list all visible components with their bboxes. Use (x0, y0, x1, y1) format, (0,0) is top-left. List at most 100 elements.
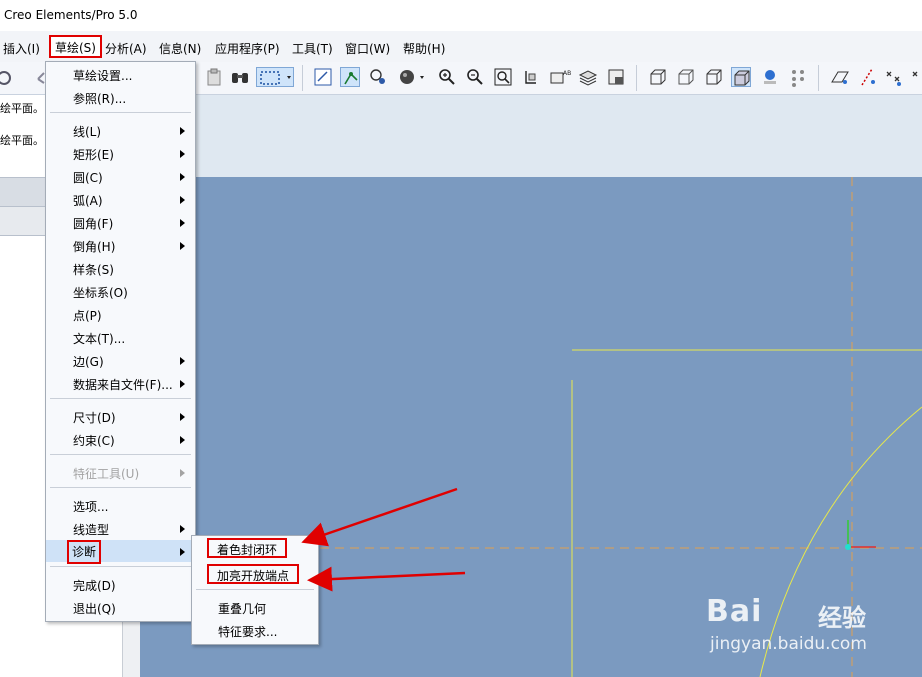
no-hidden-icon[interactable] (704, 67, 724, 87)
watermark-brand: Bai (706, 594, 763, 629)
vertex-display-icon[interactable] (368, 67, 388, 87)
menu-item-label: 坐标系(O) (73, 286, 128, 300)
title-bar: Creo Elements/Pro 5.0 (0, 0, 922, 32)
sketch-menu: 草绘设置... 参照(R)... 线(L) 矩形(E) 圆(C) 弧(A) 圆角… (45, 61, 196, 622)
datum-plane-icon[interactable] (830, 67, 850, 87)
menu-item-circle[interactable]: 圆(C) (46, 165, 195, 187)
zoom-out-icon[interactable] (465, 67, 485, 87)
submenu-arrow-icon (180, 219, 185, 227)
menu-insert[interactable]: 插入(I) (3, 40, 40, 57)
menu-item-label: 完成(D) (73, 579, 116, 593)
menu-item-label: 点(P) (73, 309, 102, 323)
menu-item-references[interactable]: 参照(R)... (46, 86, 195, 108)
menu-item-label: 文本(T)... (73, 332, 126, 346)
menu-item-label: 倒角(H) (73, 240, 116, 254)
baidu-watermark: Bai 经验 jingyan.baidu.com (706, 594, 916, 664)
submenu-item-label: 特征要求... (218, 625, 278, 639)
menu-item-label: 诊断 (67, 540, 102, 564)
menu-item-edge[interactable]: 边(G) (46, 349, 195, 371)
shading-icon[interactable] (397, 67, 427, 87)
menu-info[interactable]: 信息(N) (159, 40, 201, 57)
submenu-arrow-icon (180, 413, 185, 421)
menu-item-spline[interactable]: 样条(S) (46, 257, 195, 279)
menu-item-line[interactable]: 线(L) (46, 119, 195, 141)
menu-bar: 插入(I) 草绘(S) 分析(A) 信息(N) 应用程序(P) 工具(T) 窗口… (0, 31, 922, 62)
watermark-brand-cn: 经验 (818, 604, 866, 632)
menu-tools[interactable]: 工具(T) (292, 40, 333, 57)
hidden-line-icon[interactable] (676, 67, 696, 87)
menu-item-coordinate-system[interactable]: 坐标系(O) (46, 280, 195, 302)
datum-axis-icon[interactable] (858, 67, 878, 87)
shaded-icon[interactable] (731, 67, 751, 87)
menu-applications[interactable]: 应用程序(P) (215, 40, 280, 57)
submenu-item-label: 重叠几何 (218, 602, 267, 616)
menu-item-quit[interactable]: 退出(Q) (46, 596, 195, 618)
submenu-arrow-icon (180, 525, 185, 533)
menu-item-rectangle[interactable]: 矩形(E) (46, 142, 195, 164)
menu-item-label: 约束(C) (73, 434, 115, 448)
submenu-arrow-icon (180, 357, 185, 365)
menu-item-label: 特征工具(U) (73, 467, 140, 481)
datum-point-icon[interactable] (884, 67, 904, 87)
model-display-icon[interactable] (760, 67, 780, 87)
reorient-icon[interactable] (520, 67, 540, 87)
menu-item-label: 数据来自文件(F)... (73, 378, 173, 392)
menu-item-label: 矩形(E) (73, 148, 114, 162)
submenu-arrow-icon (180, 469, 185, 477)
menu-help[interactable]: 帮助(H) (403, 40, 445, 57)
menu-sketch[interactable]: 草绘(S) (49, 35, 102, 58)
menu-item-arc[interactable]: 弧(A) (46, 188, 195, 210)
menu-item-data-from-file[interactable]: 数据来自文件(F)... (46, 372, 195, 394)
link-icon[interactable] (0, 67, 14, 87)
sketch-view-icon[interactable] (313, 67, 333, 87)
datum-csys-icon[interactable] (910, 67, 922, 87)
submenu-item-label: 着色封闭环 (207, 538, 288, 558)
svg-text:AB: AB (563, 70, 571, 77)
paste-icon[interactable] (204, 67, 224, 87)
submenu-item-shade-closed-loops[interactable]: 着色封闭环 (192, 538, 318, 560)
select-box-icon[interactable] (256, 67, 294, 87)
menu-item-label: 尺寸(D) (73, 411, 116, 425)
menu-item-label: 边(G) (73, 355, 104, 369)
submenu-arrow-icon (180, 150, 185, 158)
menu-item-options[interactable]: 选项... (46, 494, 195, 516)
menu-item-point[interactable]: 点(P) (46, 303, 195, 325)
view-manager-icon[interactable] (606, 67, 626, 87)
submenu-arrow-icon (180, 242, 185, 250)
menu-item-label: 线(L) (73, 125, 102, 139)
wireframe-icon[interactable] (648, 67, 668, 87)
menu-item-text[interactable]: 文本(T)... (46, 326, 195, 348)
submenu-arrow-icon (180, 127, 185, 135)
saved-views-icon[interactable]: AB (548, 67, 574, 87)
menu-item-constraint[interactable]: 约束(C) (46, 428, 195, 450)
csys-origin (845, 544, 851, 550)
menu-item-diagnose[interactable]: 诊断 (46, 540, 195, 564)
menu-item-feature-tools: 特征工具(U) (46, 461, 195, 483)
menu-item-dimension[interactable]: 尺寸(D) (46, 405, 195, 427)
menu-item-label: 草绘设置... (73, 69, 133, 83)
submenu-item-highlight-open-ends[interactable]: 加亮开放端点 (192, 564, 318, 586)
submenu-item-overlapping-geometry[interactable]: 重叠几何 (192, 596, 318, 618)
layers-icon[interactable] (578, 67, 598, 87)
menu-item-label: 圆(C) (73, 171, 103, 185)
submenu-item-feature-requirements[interactable]: 特征要求... (192, 619, 318, 641)
menu-item-fillet[interactable]: 圆角(F) (46, 211, 195, 233)
datum-display-icon[interactable] (788, 67, 808, 87)
menu-item-line-style[interactable]: 线造型 (46, 517, 195, 539)
zoom-in-icon[interactable] (437, 67, 457, 87)
menu-item-label: 退出(Q) (73, 602, 116, 616)
binoculars-icon[interactable] (230, 67, 250, 87)
menu-item-label: 参照(R)... (73, 92, 127, 106)
menu-item-chamfer[interactable]: 倒角(H) (46, 234, 195, 256)
watermark-url: jingyan.baidu.com (710, 634, 867, 654)
submenu-arrow-icon (180, 173, 185, 181)
constraint-display-icon[interactable] (340, 67, 360, 87)
menu-item-label: 选项... (73, 500, 109, 514)
menu-analysis[interactable]: 分析(A) (105, 40, 147, 57)
menu-item-label: 弧(A) (73, 194, 103, 208)
submenu-item-label: 加亮开放端点 (207, 564, 300, 584)
menu-item-done[interactable]: 完成(D) (46, 573, 195, 595)
refit-icon[interactable] (493, 67, 513, 87)
menu-window[interactable]: 窗口(W) (345, 40, 390, 57)
menu-item-sketch-setup[interactable]: 草绘设置... (46, 63, 195, 85)
